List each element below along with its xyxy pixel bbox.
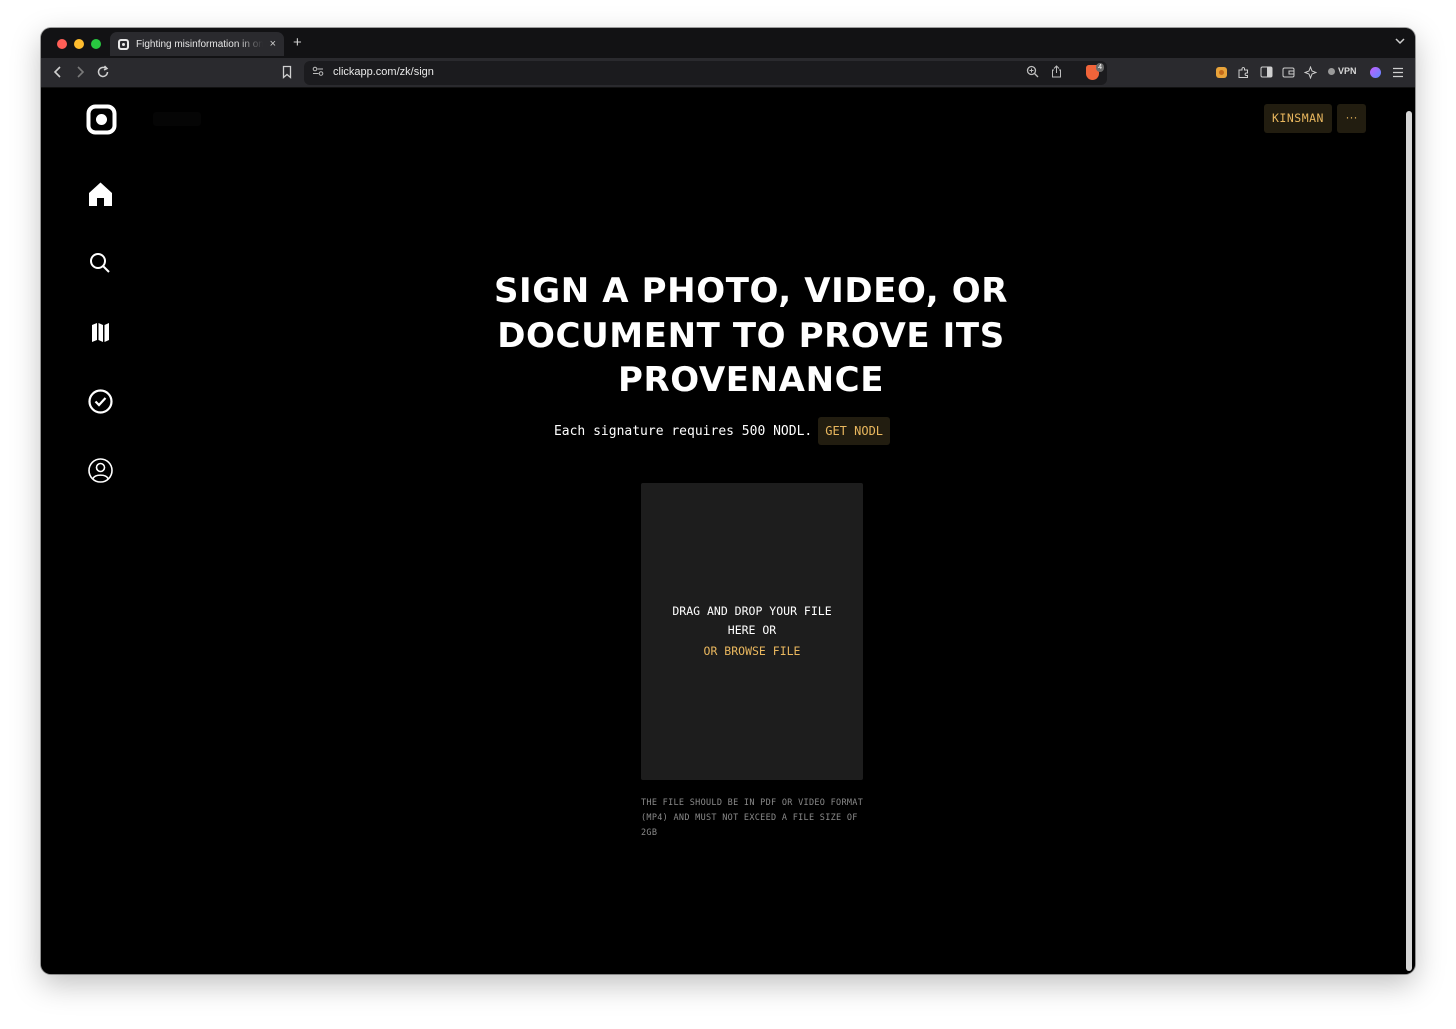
address-bar[interactable]: clickapp.com/zk/sign 4 [304,61,1107,85]
minimize-window-button[interactable] [74,39,84,49]
tab-close-icon[interactable]: × [270,38,276,50]
user-circle-icon [88,458,113,483]
page-title: SIGN A PHOTO, VIDEO, OR DOCUMENT TO PROV… [493,271,1009,400]
window-controls [57,39,101,49]
zoom-window-button[interactable] [91,39,101,49]
puzzle-extensions-icon[interactable] [1237,66,1250,83]
signature-requirement: Each signature requires 500 NODL. GET NO… [41,417,1403,445]
vpn-label: VPN [1338,66,1357,76]
vpn-status-icon [1328,68,1335,75]
nav-profile[interactable] [87,457,114,484]
menu-icon[interactable] [1392,66,1404,82]
app-logo[interactable] [86,104,117,135]
tab-strip: Fighting misinformation in one × + [41,28,1415,58]
file-dropzone[interactable]: DRAG AND DROP YOUR FILE HERE OR OR BROWS… [641,483,863,780]
new-tab-button[interactable]: + [293,34,302,51]
header-actions: KINSMAN ··· [1264,104,1366,133]
nav-map[interactable] [87,319,114,346]
close-window-button[interactable] [57,39,67,49]
vpn-button[interactable]: VPN [1328,66,1357,76]
dropzone-text: DRAG AND DROP YOUR FILE HERE OR [672,604,832,637]
zoom-icon[interactable] [1026,65,1039,81]
check-circle-icon [88,389,113,414]
user-account-button[interactable]: KINSMAN [1264,104,1332,133]
browser-window: Fighting misinformation in one × + click… [41,28,1415,974]
extension-icon[interactable] [1215,66,1228,83]
nav-search[interactable] [87,250,114,277]
shield-count-badge: 4 [1096,63,1104,72]
profile-avatar-icon[interactable] [1369,66,1382,83]
file-requirements-note: THE FILE SHOULD BE IN PDF OR VIDEO FORMA… [641,798,864,838]
logo-wordmark [153,112,201,126]
nav-home[interactable] [87,180,114,207]
search-icon [90,253,110,273]
browser-tab[interactable]: Fighting misinformation in one × [110,32,284,56]
favicon-icon [118,38,129,50]
get-nodl-button[interactable]: GET NODL [818,417,891,445]
forward-icon[interactable] [75,65,85,83]
reload-icon[interactable] [96,65,110,83]
back-icon[interactable] [53,65,63,83]
map-icon [92,323,109,342]
sidebar-toggle-icon[interactable] [1260,66,1273,82]
scrollbar-thumb[interactable] [1406,111,1412,971]
bookmark-icon[interactable] [282,65,292,83]
share-icon[interactable] [1051,65,1062,81]
tab-menu-chevron-icon[interactable] [1395,37,1405,48]
wallet-icon[interactable] [1282,66,1295,82]
page-content: KINSMAN ··· SIGN A PHOTO, VIDEO, OR DOCU… [41,89,1403,974]
home-icon [89,182,112,206]
more-options-button[interactable]: ··· [1336,104,1366,133]
leo-ai-icon[interactable] [1303,65,1318,83]
browse-file-link[interactable]: OR BROWSE FILE [704,642,801,661]
tab-title: Fighting misinformation in one [136,38,263,50]
page-scrollbar[interactable] [1403,89,1415,974]
site-settings-icon[interactable] [312,65,324,80]
url-text[interactable]: clickapp.com/zk/sign [333,66,434,78]
requirement-text: Each signature requires 500 NODL. [553,423,813,439]
logo-icon [86,104,117,135]
nav-verify[interactable] [87,388,114,415]
browser-toolbar: clickapp.com/zk/sign 4 VPN [41,58,1415,88]
